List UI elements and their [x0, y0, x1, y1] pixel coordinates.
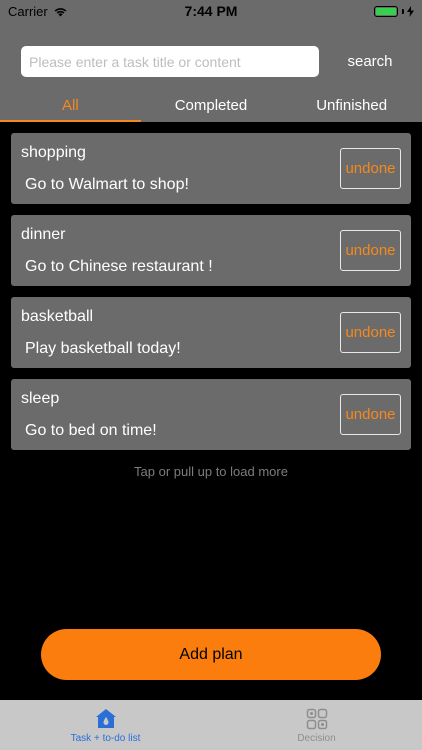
tabbar-item-decision[interactable]: Decision — [211, 700, 422, 750]
task-status-button[interactable]: undone — [340, 148, 401, 189]
tabbar-label-decision: Decision — [297, 732, 336, 744]
carrier-label: Carrier — [8, 3, 48, 19]
header: search All Completed Unfinished — [0, 22, 422, 122]
task-title: sleep — [21, 390, 60, 407]
tab-all[interactable]: All — [0, 88, 141, 122]
wifi-icon — [54, 7, 67, 16]
tabbar-label-tasks: Task + to-do list — [70, 732, 141, 744]
home-icon — [95, 708, 116, 728]
task-status-button[interactable]: undone — [340, 312, 401, 353]
task-status-button[interactable]: undone — [340, 230, 401, 271]
tab-unfinished[interactable]: Unfinished — [281, 88, 422, 122]
filter-tabs: All Completed Unfinished — [0, 88, 422, 122]
task-title: shopping — [21, 144, 86, 161]
load-more-hint[interactable]: Tap or pull up to load more — [0, 464, 422, 479]
task-title: basketball — [21, 308, 94, 325]
grid-icon — [306, 708, 327, 729]
tab-completed[interactable]: Completed — [141, 88, 282, 122]
tab-all-label: All — [61, 96, 79, 114]
battery-icon — [374, 5, 398, 17]
status-right — [274, 5, 414, 17]
task-card[interactable]: basketball Play basketball today! undone — [11, 297, 411, 368]
task-content: Play basketball today! — [25, 340, 181, 357]
status-bar: Carrier 7:44 PM — [0, 0, 422, 22]
task-title: dinner — [21, 226, 66, 243]
tab-unfinished-label: Unfinished — [316, 96, 388, 114]
task-status-button[interactable]: undone — [340, 394, 401, 435]
task-content: Go to Chinese restaurant ! — [25, 258, 213, 275]
task-card[interactable]: dinner Go to Chinese restaurant ! undone — [11, 215, 411, 286]
status-left: Carrier — [8, 4, 148, 19]
task-list: shopping Go to Walmart to shop! undone d… — [11, 133, 411, 461]
search-button[interactable]: search — [334, 46, 406, 77]
search-input[interactable] — [21, 46, 319, 77]
tab-completed-label: Completed — [174, 96, 248, 114]
battery-tip — [402, 8, 404, 14]
charging-icon — [407, 5, 414, 17]
task-card[interactable]: sleep Go to bed on time! undone — [11, 379, 411, 450]
task-card[interactable]: shopping Go to Walmart to shop! undone — [11, 133, 411, 204]
task-content: Go to Walmart to shop! — [25, 176, 189, 193]
task-content: Go to bed on time! — [25, 422, 157, 439]
bottom-tab-bar: Task + to-do list Decision — [0, 700, 422, 750]
add-plan-button[interactable]: Add plan — [41, 629, 381, 680]
tabbar-item-tasks[interactable]: Task + to-do list — [0, 700, 211, 750]
status-time: 7:44 PM — [184, 3, 238, 19]
